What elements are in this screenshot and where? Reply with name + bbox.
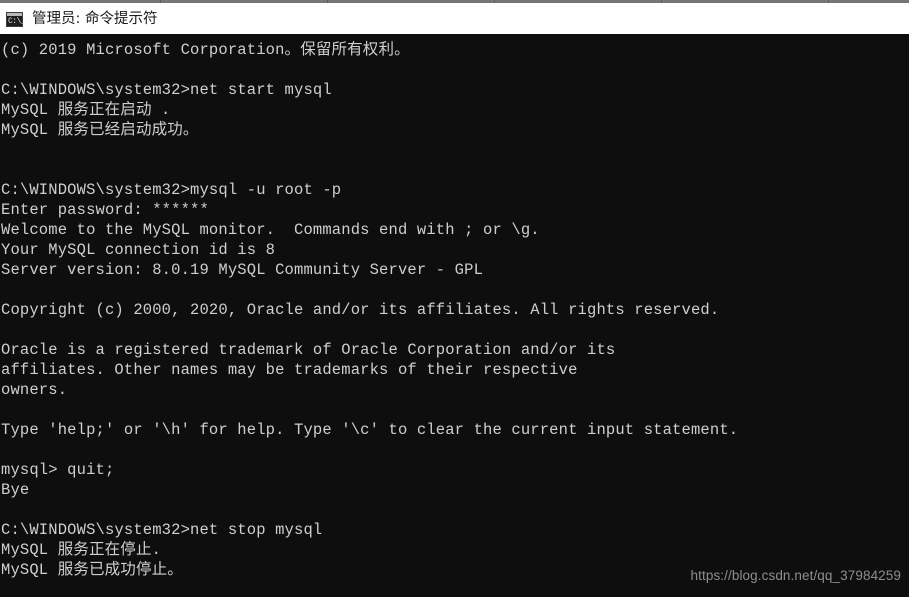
console-line: C:\WINDOWS\system32>net stop mysql [1,521,323,539]
console-line: Server version: 8.0.19 MySQL Community S… [1,261,484,279]
console-line: MySQL 服务已经启动成功。 [1,121,199,139]
console-icon: C:\_ [6,11,26,27]
console-lines: (c) 2019 Microsoft Corporation。保留所有权利。 C:… [1,40,909,580]
console-output-area[interactable]: (c) 2019 Microsoft Corporation。保留所有权利。 C:… [0,34,909,597]
command-prompt-window: C:\_ 管理员: 命令提示符 (c) 2019 Microsoft Corpo… [0,0,909,597]
console-line: (c) 2019 Microsoft Corporation。保留所有权利。 [1,41,410,59]
console-line: MySQL 服务正在启动 . [1,101,171,119]
window-titlebar[interactable]: C:\_ 管理员: 命令提示符 [0,3,909,34]
console-line: C:\WINDOWS\system32>net start mysql [1,81,332,99]
console-icon-titlebar [7,12,22,16]
console-line: Copyright (c) 2000, 2020, Oracle and/or … [1,301,720,319]
console-line: Oracle is a registered trademark of Orac… [1,341,616,359]
console-icon-glyph: C:\_ [8,16,26,26]
console-line: MySQL 服务正在停止. [1,541,162,559]
console-line: C:\WINDOWS\system32>mysql -u root -p [1,181,342,199]
console-line: Bye [1,481,30,499]
console-line: Your MySQL connection id is 8 [1,241,276,259]
console-line: affiliates. Other names may be trademark… [1,361,578,379]
console-line: Enter password: ****** [1,201,209,219]
console-line: mysql> quit; [1,461,115,479]
watermark-url: https://blog.csdn.net/qq_37984259 [690,568,901,583]
console-line: Type 'help;' or '\h' for help. Type '\c'… [1,421,739,439]
window-title: 管理员: 命令提示符 [32,10,158,27]
console-line: Welcome to the MySQL monitor. Commands e… [1,221,540,239]
console-line: owners. [1,381,68,399]
